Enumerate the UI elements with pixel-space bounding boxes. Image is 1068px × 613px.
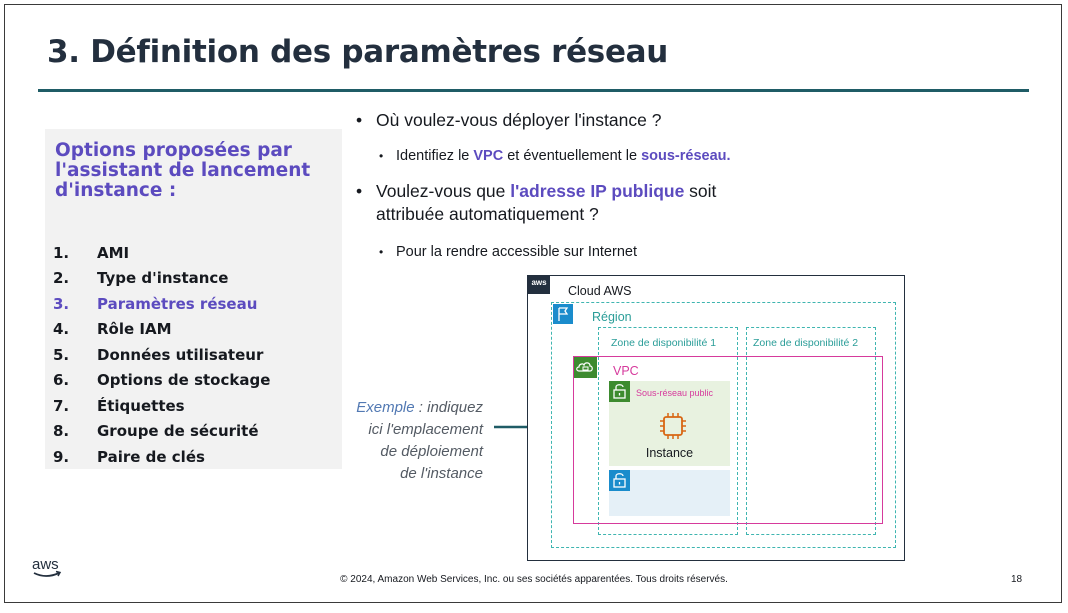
- public-subnet-lock-icon: [609, 381, 630, 402]
- example-text: de déploiement: [380, 443, 483, 460]
- option-number: 8.: [53, 422, 70, 441]
- page-number: 18: [1011, 574, 1023, 585]
- sub-bullet-identify: • Identifiez le VPC et éventuellement le …: [379, 148, 731, 164]
- option-label: Données utilisateur: [97, 345, 264, 364]
- option-item: 2. Type d'instance: [53, 266, 270, 292]
- instance-label: Instance: [645, 446, 694, 460]
- option-item-active: 3. Paramètres réseau: [53, 291, 270, 317]
- cloud-label: Cloud AWS: [568, 284, 632, 298]
- bullet-text: Où voulez-vous déployer l'instance ?: [376, 110, 662, 130]
- title-divider: [38, 89, 1029, 92]
- example-word: Exemple: [356, 399, 415, 416]
- vpc-label: VPC: [613, 364, 639, 378]
- region-flag-icon: [553, 304, 573, 324]
- options-list: 1. AMI 2. Type d'instance 3. Paramètres rés…: [53, 240, 270, 470]
- option-item: 8. Groupe de sécurité: [53, 419, 270, 445]
- option-item: 1. AMI: [53, 240, 270, 266]
- bullet-dot: •: [356, 181, 363, 201]
- option-label: Options de stockage: [97, 371, 271, 390]
- option-label: Rôle IAM: [97, 320, 172, 339]
- bullet-deploy-question: • Où voulez-vous déployer l'instance ?: [356, 110, 661, 131]
- ec2-instance-chip-icon: [660, 413, 686, 439]
- aws-logo-icon: aws: [528, 276, 550, 294]
- highlight-subnet: sous-réseau.: [641, 148, 731, 164]
- option-number: 7.: [53, 396, 70, 415]
- options-heading-line: l'assistant de lancement: [55, 160, 311, 181]
- az1-label: Zone de disponibilité 1: [611, 337, 717, 349]
- option-item: 9. Paire de clés: [53, 444, 270, 470]
- option-number: 2.: [53, 269, 70, 288]
- bullet-text: Voulez-vous que: [376, 181, 511, 201]
- option-number: 3.: [53, 294, 70, 313]
- private-subnet-lock-icon: [609, 470, 630, 491]
- bullet-dot: •: [356, 110, 363, 130]
- option-label: Étiquettes: [97, 396, 185, 415]
- options-panel: Options proposées par l'assistant de lan…: [45, 129, 342, 469]
- options-heading: Options proposées par l'assistant de lan…: [55, 141, 330, 201]
- bullet-public-ip-question: • Voulez-vous que l'adresse IP publique s…: [356, 180, 716, 226]
- footer-copyright: © 2024, Amazon Web Services, Inc. ou ses…: [340, 574, 728, 585]
- option-item: 5. Données utilisateur: [53, 342, 270, 368]
- footer-logo-text: aws: [32, 556, 59, 573]
- option-number: 1.: [53, 243, 70, 262]
- options-heading-line: Options proposées par: [55, 140, 292, 161]
- example-caption: Exemple : indiquez ici l'emplacement de …: [320, 397, 483, 485]
- vpc-cloud-icon: [574, 357, 597, 378]
- slide-title: 3. Définition des paramètres réseau: [47, 34, 669, 70]
- option-number: 9.: [53, 447, 70, 466]
- option-label: AMI: [97, 243, 130, 262]
- bullet-text: attribuée automatiquement ?: [376, 204, 599, 224]
- highlight-public-ip: l'adresse IP publique: [510, 181, 685, 201]
- option-label: Groupe de sécurité: [97, 422, 259, 441]
- bullet-dot: •: [379, 245, 384, 259]
- highlight-vpc: VPC: [473, 148, 504, 164]
- example-text: : indiquez: [414, 399, 483, 416]
- option-label: Paramètres réseau: [97, 294, 258, 313]
- option-item: 6. Options de stockage: [53, 368, 270, 394]
- bullet-text: soit: [684, 181, 717, 201]
- options-heading-line: d'instance :: [55, 180, 177, 201]
- example-text: ici l'emplacement: [368, 421, 483, 438]
- bullet-dot: •: [379, 149, 384, 163]
- bullet-text: Identifiez le: [396, 148, 474, 164]
- bullet-text: Pour la rendre accessible sur Internet: [396, 244, 637, 260]
- option-item: 7. Étiquettes: [53, 393, 270, 419]
- option-label: Type d'instance: [97, 269, 229, 288]
- sub-bullet-internet: • Pour la rendre accessible sur Internet: [379, 244, 637, 260]
- bullet-text: et éventuellement le: [503, 148, 642, 164]
- region-label: Région: [592, 310, 632, 324]
- option-number: 6.: [53, 371, 70, 390]
- option-label: Paire de clés: [97, 447, 205, 466]
- option-number: 4.: [53, 320, 70, 339]
- public-subnet-label: Sous-réseau public: [636, 388, 714, 398]
- option-number: 5.: [53, 345, 70, 364]
- option-item: 4. Rôle IAM: [53, 317, 270, 343]
- example-text: de l'instance: [400, 465, 483, 482]
- az2-label: Zone de disponibilité 2: [753, 337, 859, 349]
